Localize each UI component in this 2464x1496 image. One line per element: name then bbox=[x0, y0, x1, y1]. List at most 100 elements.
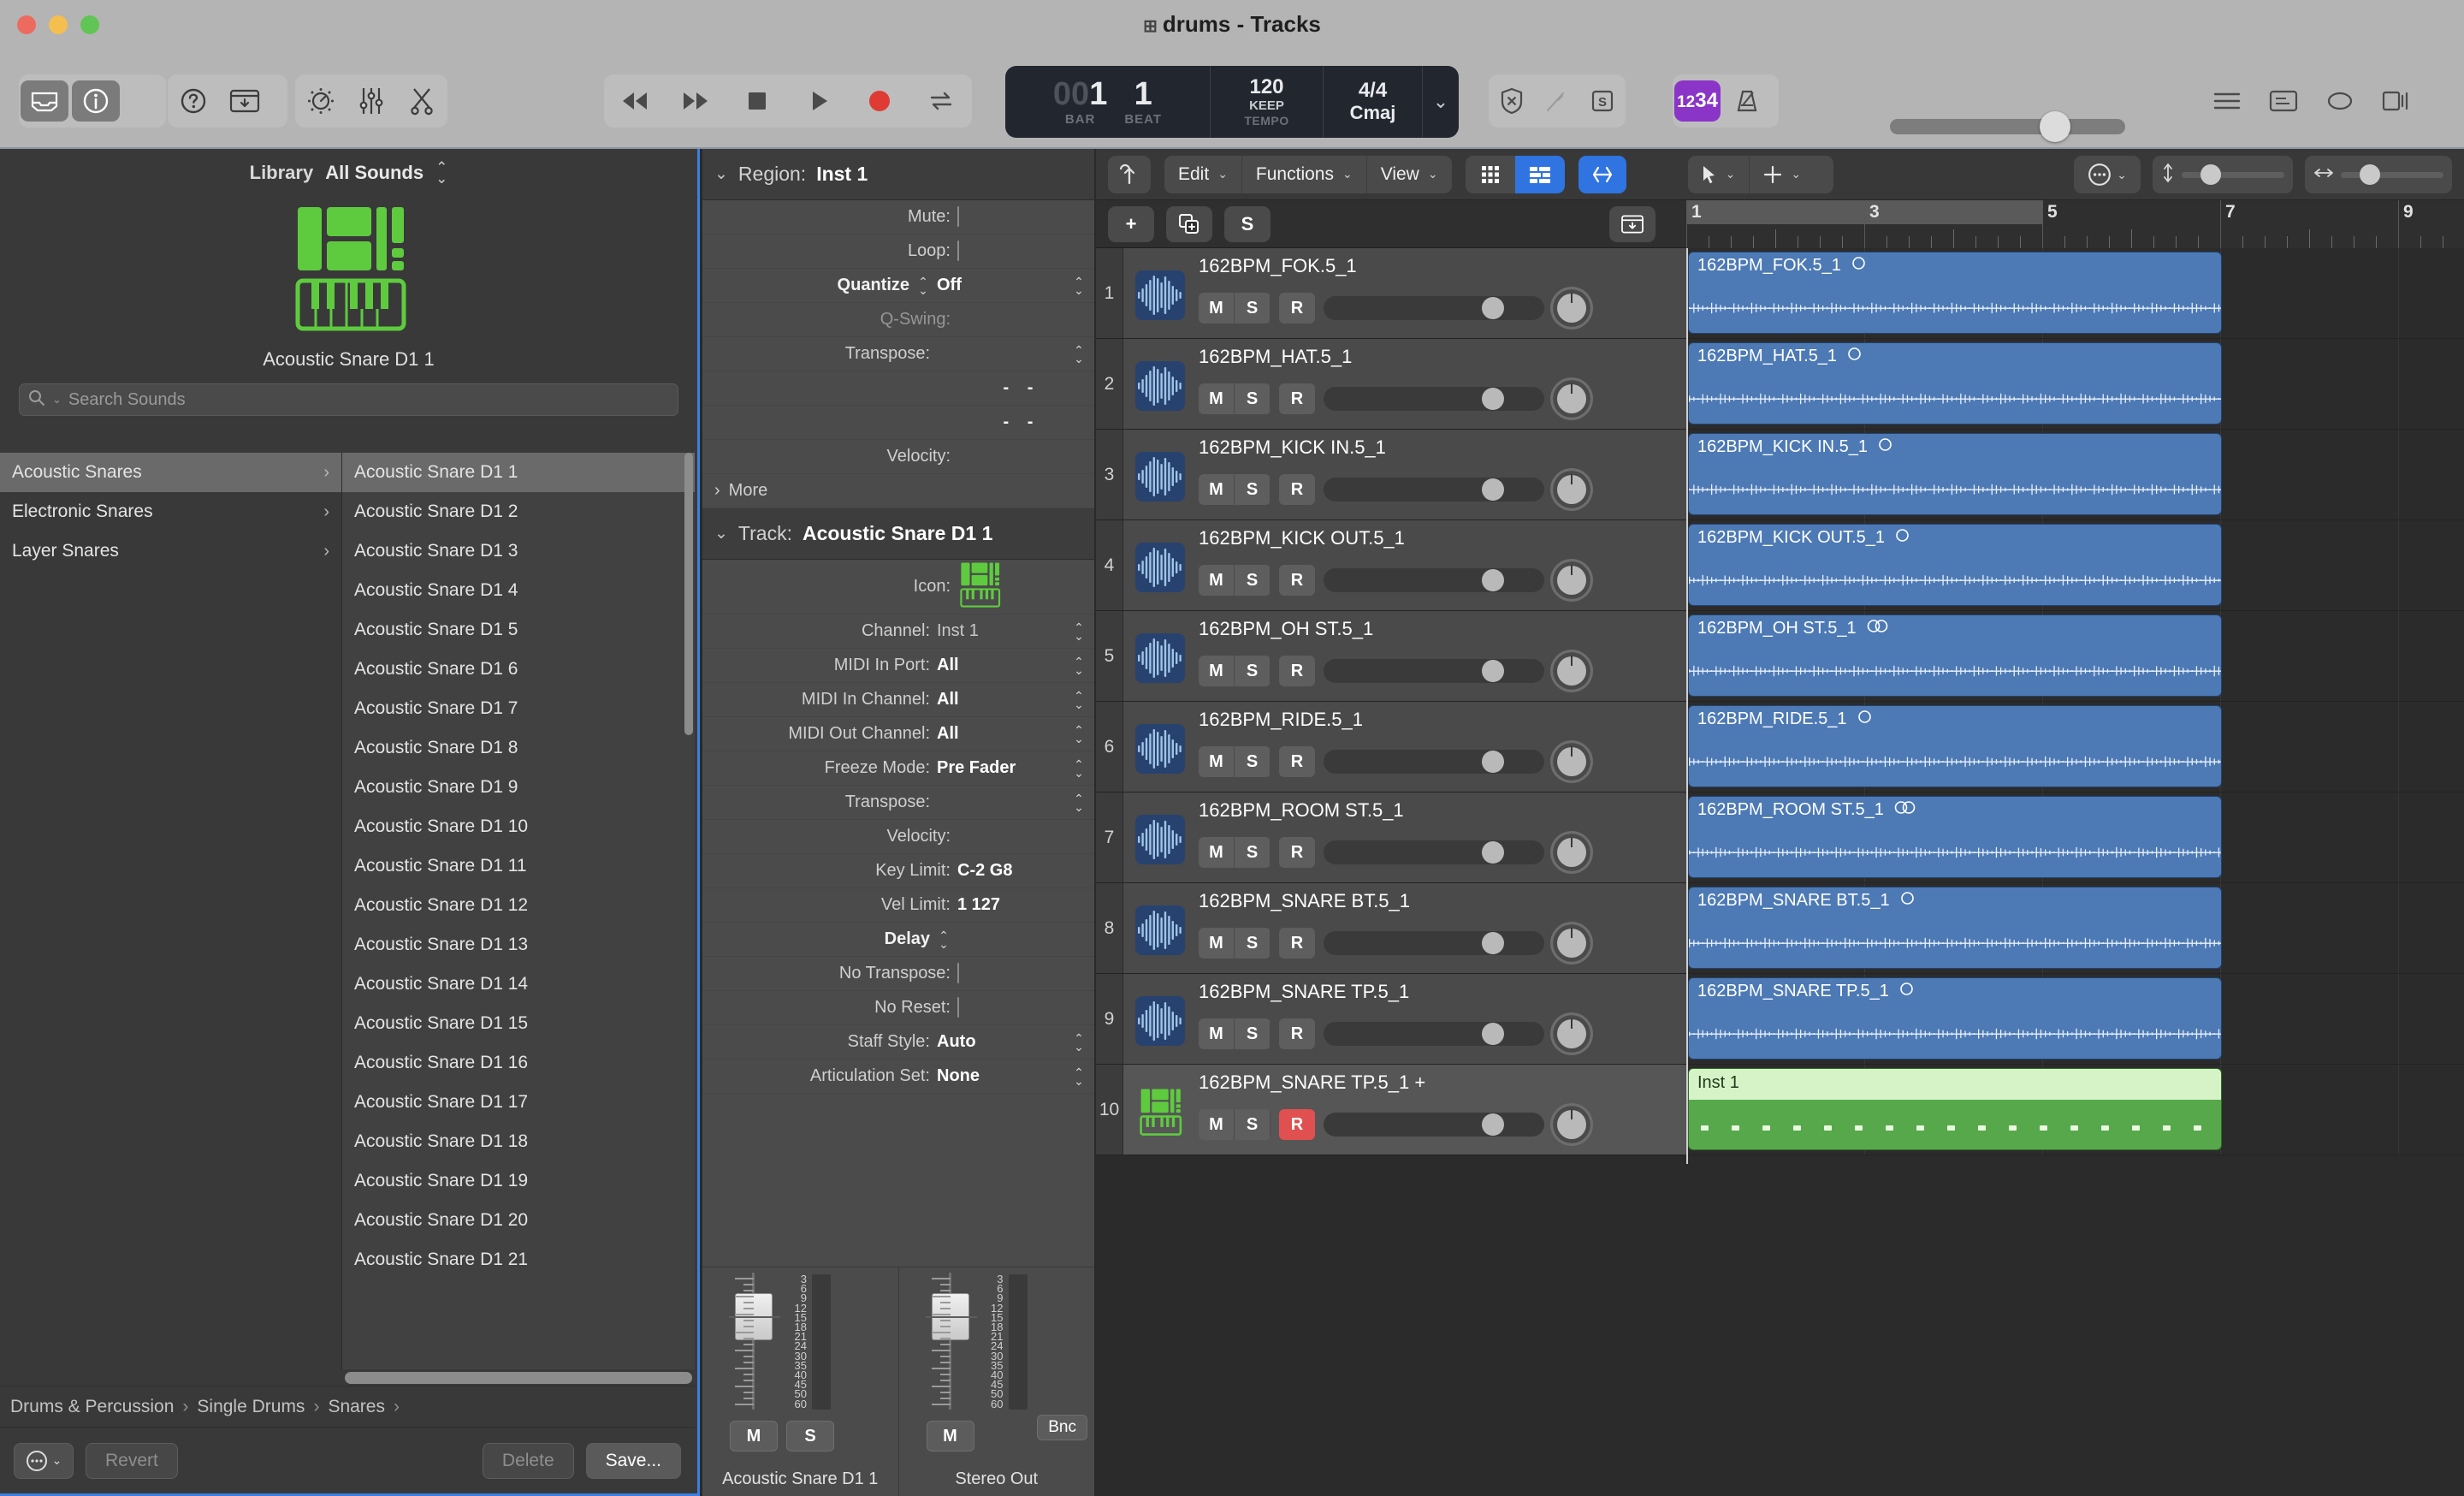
rewind-icon[interactable] bbox=[608, 80, 661, 122]
track-header[interactable]: 162BPM_KICK IN.5_1 M S R bbox=[1123, 430, 1686, 519]
track-row[interactable]: 8 162BPM_SNARE BT.5_1 M S R 162BPM_SNARE BT.5… bbox=[1096, 883, 2464, 974]
mute-button[interactable]: M bbox=[1199, 474, 1235, 505]
region-param-row[interactable]: Velocity: bbox=[702, 440, 1094, 474]
arrow-up-icon[interactable] bbox=[1108, 155, 1151, 193]
stepper-icon[interactable]: ⌃ ⌄ bbox=[1072, 793, 1086, 813]
track-name[interactable]: 162BPM_RIDE.5_1 bbox=[1199, 709, 1363, 731]
waveform-icon[interactable] bbox=[1135, 815, 1185, 864]
waveform-icon[interactable] bbox=[1135, 361, 1185, 411]
region[interactable]: 162BPM_ROOM ST.5_1 bbox=[1688, 796, 2222, 878]
library-filter-select[interactable]: All Sounds bbox=[325, 162, 424, 184]
track-lane[interactable]: 162BPM_RIDE.5_1 bbox=[1686, 702, 2464, 792]
stepper-icon[interactable]: ⌃ ⌄ bbox=[1072, 621, 1086, 642]
solo-button[interactable]: S bbox=[1224, 205, 1270, 242]
media-icon[interactable] bbox=[2370, 80, 2423, 122]
track-volume-knob[interactable] bbox=[1482, 932, 1504, 954]
track-header[interactable]: 162BPM_SNARE BT.5_1 M S R bbox=[1123, 883, 1686, 973]
stepper-icon[interactable]: ⌃ ⌄ bbox=[916, 276, 930, 296]
mute-button[interactable]: M bbox=[1199, 1018, 1235, 1049]
window-down-icon[interactable] bbox=[221, 80, 269, 122]
track-volume-slider[interactable] bbox=[1324, 568, 1544, 592]
library-patch-item[interactable]: Acoustic Snare D1 4 bbox=[342, 571, 695, 610]
library-patch-item[interactable]: Acoustic Snare D1 18 bbox=[342, 1122, 695, 1161]
library-patch-item[interactable]: Acoustic Snare D1 17 bbox=[342, 1083, 695, 1122]
track-pan-knob[interactable] bbox=[1553, 834, 1590, 871]
track-lane[interactable]: 162BPM_SNARE BT.5_1 bbox=[1686, 883, 2464, 973]
track-lane[interactable]: 162BPM_ROOM ST.5_1 bbox=[1686, 793, 2464, 882]
track-volume-slider[interactable] bbox=[1324, 478, 1544, 502]
stepper-icon[interactable]: ⌃ ⌄ bbox=[1072, 1066, 1086, 1087]
library-category-item[interactable]: Acoustic Snares › bbox=[0, 453, 341, 492]
checkbox[interactable] bbox=[957, 963, 959, 983]
region[interactable]: 162BPM_FOK.5_1 bbox=[1688, 252, 2222, 334]
breadcrumb-item[interactable]: Drums & Percussion bbox=[10, 1397, 174, 1417]
library-patch-item[interactable]: Acoustic Snare D1 21 bbox=[342, 1240, 695, 1279]
waveform-icon[interactable] bbox=[1135, 452, 1185, 502]
track-lane[interactable]: 162BPM_SNARE TP.5_1 bbox=[1686, 974, 2464, 1064]
tool-selector-group[interactable]: ⌄ ⌄ bbox=[1687, 155, 1833, 193]
waveform-icon[interactable] bbox=[1135, 996, 1185, 1046]
timeline-ruler[interactable]: 1 3 5 7 9 bbox=[1686, 200, 2464, 248]
track-lane[interactable]: 162BPM_FOK.5_1 bbox=[1686, 248, 2464, 1164]
record-enable-button[interactable]: R bbox=[1279, 656, 1315, 686]
menu-view[interactable]: View ⌄ bbox=[1367, 156, 1452, 193]
track-param-row[interactable]: No Reset: bbox=[702, 991, 1094, 1025]
stepper-icon[interactable]: ⌃ ⌄ bbox=[1072, 724, 1086, 745]
track-header[interactable]: 162BPM_KICK OUT.5_1 M S R bbox=[1123, 520, 1686, 610]
track-view-toggle[interactable] bbox=[1465, 155, 1565, 193]
library-patch-item[interactable]: Acoustic Snare D1 14 bbox=[342, 965, 695, 1004]
playhead[interactable] bbox=[1686, 248, 1688, 1164]
midi-plug-icon[interactable] bbox=[1536, 80, 1578, 122]
shield-x-icon[interactable] bbox=[1490, 80, 1532, 122]
volume-fader[interactable]: 3 6 9 12 15 18 21 24 30 35 40 45 50 60 bbox=[899, 1273, 1095, 1416]
track-header[interactable]: 162BPM_SNARE TP.5_1 + M S R bbox=[1123, 1065, 1686, 1155]
track-row[interactable]: 4 162BPM_KICK OUT.5_1 M S R 162BPM_KICK OUT.5… bbox=[1096, 520, 2464, 611]
region-param-row[interactable]: Transpose: ⌃ ⌄ bbox=[702, 337, 1094, 371]
track-param-row[interactable]: Articulation Set: None ⌃ ⌄ bbox=[702, 1060, 1094, 1094]
track-volume-slider[interactable] bbox=[1324, 296, 1544, 320]
record-enable-button[interactable]: R bbox=[1279, 293, 1315, 324]
library-patch-item[interactable]: Acoustic Snare D1 16 bbox=[342, 1043, 695, 1083]
grid-view-button[interactable] bbox=[1465, 155, 1515, 193]
track-volume-knob[interactable] bbox=[1482, 297, 1504, 319]
track-icon-row[interactable]: Icon: bbox=[702, 560, 1094, 614]
track-name[interactable]: 162BPM_OH ST.5_1 bbox=[1199, 618, 1373, 640]
track-lane[interactable]: Inst 1 bbox=[1686, 1065, 2464, 1155]
track-volume-knob[interactable] bbox=[1482, 841, 1504, 864]
solo-button[interactable]: S bbox=[1235, 656, 1270, 686]
mute-button[interactable]: M bbox=[1199, 656, 1235, 686]
track-param-row[interactable]: Key Limit: C-2 G8 bbox=[702, 854, 1094, 888]
vertical-zoom-slider[interactable] bbox=[2153, 156, 2293, 193]
track-name[interactable]: 162BPM_SNARE TP.5_1 + bbox=[1199, 1072, 1425, 1094]
track-volume-knob[interactable] bbox=[1482, 569, 1504, 591]
catch-playhead-button[interactable]: ⌄ bbox=[2074, 156, 2141, 193]
stepper-icon[interactable]: ⌃ ⌄ bbox=[1072, 344, 1086, 365]
track-volume-slider[interactable] bbox=[1324, 1022, 1544, 1046]
solo-button[interactable]: S bbox=[1235, 837, 1270, 868]
vertical-zoom-track[interactable] bbox=[2182, 163, 2284, 185]
solo-button[interactable]: S bbox=[1235, 746, 1270, 777]
mute-button[interactable]: M bbox=[926, 1421, 974, 1451]
stepper-icon[interactable]: ⌃ ⌄ bbox=[1072, 758, 1086, 779]
stepper-icon[interactable]: ⌃ ⌄ bbox=[1072, 690, 1086, 710]
track-lane[interactable]: 162BPM_KICK OUT.5_1 bbox=[1686, 520, 2464, 610]
track-row[interactable]: 10 162BPM_SNARE TP.5_1 + M S R Inst 1 bbox=[1096, 1065, 2464, 1155]
chevron-down-icon[interactable]: ⌄ bbox=[714, 524, 728, 543]
menu-functions[interactable]: Functions ⌄ bbox=[1242, 155, 1367, 193]
region[interactable]: 162BPM_RIDE.5_1 bbox=[1688, 705, 2222, 787]
library-patch-item[interactable]: Acoustic Snare D1 6 bbox=[342, 650, 695, 689]
track-volume-knob[interactable] bbox=[1482, 478, 1504, 501]
horizontal-zoom-knob[interactable] bbox=[2360, 163, 2380, 185]
library-scrollbar[interactable] bbox=[684, 453, 693, 735]
record-enable-button[interactable]: R bbox=[1279, 928, 1315, 959]
track-pan-knob[interactable] bbox=[1553, 380, 1590, 418]
record-enable-button[interactable]: R bbox=[1279, 746, 1315, 777]
drum-keyboard-icon[interactable] bbox=[1135, 1087, 1185, 1137]
track-param-row[interactable]: Channel: Inst 1 ⌃ ⌄ bbox=[702, 614, 1094, 649]
auto-track-zoom-button[interactable] bbox=[1609, 205, 1656, 242]
solo-button[interactable]: S bbox=[1235, 383, 1270, 414]
stepper-icon[interactable]: ⌃ ⌄ bbox=[1072, 1032, 1086, 1053]
track-name[interactable]: 162BPM_SNARE BT.5_1 bbox=[1199, 890, 1410, 912]
waveform-icon[interactable] bbox=[1135, 270, 1185, 320]
track-param-row[interactable]: No Transpose: bbox=[702, 957, 1094, 991]
